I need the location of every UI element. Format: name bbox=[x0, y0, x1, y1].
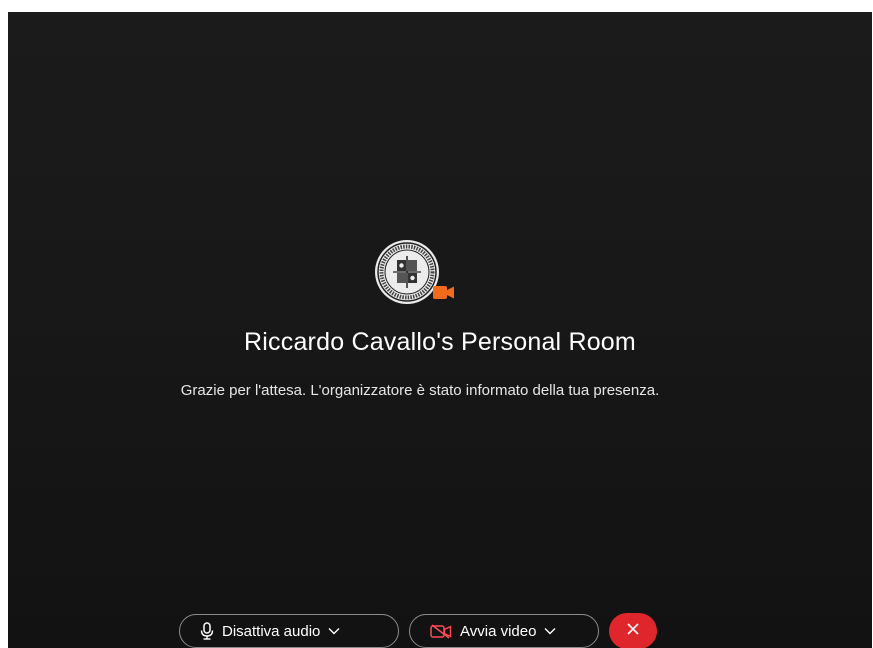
microphone-icon bbox=[200, 622, 214, 640]
waiting-message: Grazie per l'attesa. L'organizzatore è s… bbox=[180, 382, 660, 399]
mute-audio-button[interactable]: Disattiva audio bbox=[179, 614, 399, 648]
host-avatar bbox=[375, 240, 439, 304]
meeting-controls: Disattiva audio Avvia video bbox=[179, 613, 657, 648]
mute-audio-label: Disattiva audio bbox=[222, 622, 321, 640]
video-camera-icon bbox=[433, 285, 455, 300]
host-avatar-group bbox=[375, 240, 467, 304]
audio-options-chevron-icon[interactable] bbox=[328, 627, 340, 635]
start-video-label: Avvia video bbox=[460, 622, 537, 640]
meeting-lobby-window: Riccardo Cavallo's Personal Room Grazie … bbox=[8, 12, 872, 648]
close-icon bbox=[626, 622, 640, 641]
video-options-chevron-icon[interactable] bbox=[544, 627, 556, 635]
leave-meeting-button[interactable] bbox=[609, 613, 657, 648]
start-video-button[interactable]: Avvia video bbox=[409, 614, 599, 648]
university-seal-logo bbox=[376, 241, 438, 303]
video-off-icon bbox=[430, 623, 452, 639]
room-title: Riccardo Cavallo's Personal Room bbox=[244, 328, 636, 356]
